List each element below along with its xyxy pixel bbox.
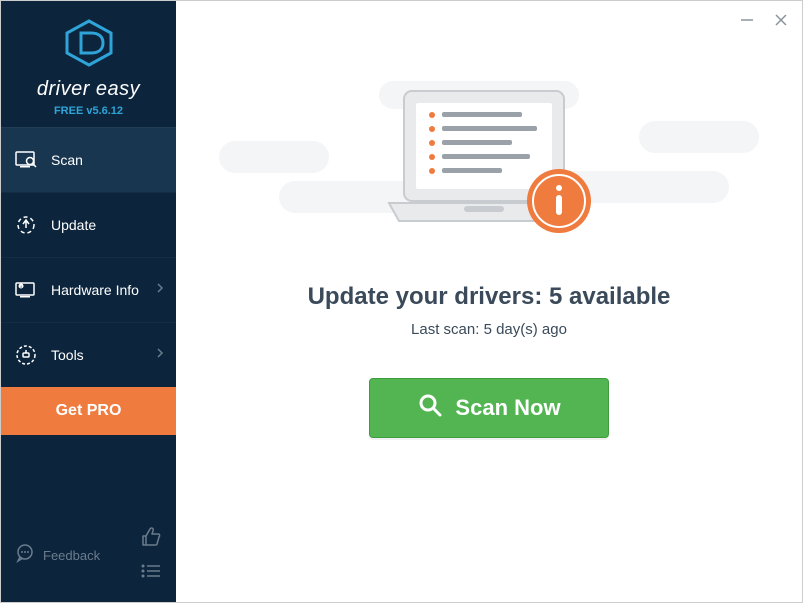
list-icon[interactable] [140,563,162,584]
sidebar: driver easy FREE v5.6.12 Scan [1,1,176,602]
svg-text:i: i [20,284,21,289]
close-button[interactable] [772,11,790,29]
scan-now-button[interactable]: Scan Now [369,378,609,438]
logo-icon [1,19,176,72]
nav-label-scan: Scan [51,152,83,168]
main-panel: Update your drivers: 5 available Last sc… [176,1,802,602]
headline: Update your drivers: 5 available [308,283,671,311]
thumbs-up-icon[interactable] [140,526,162,553]
nav-label-hardware: Hardware Info [51,282,139,298]
nav-label-tools: Tools [51,347,84,363]
get-pro-label: Get PRO [56,402,122,420]
nav-item-hardware[interactable]: i Hardware Info [1,257,176,322]
scan-icon [15,149,37,171]
get-pro-button[interactable]: Get PRO [1,387,176,435]
chevron-right-icon [156,346,164,364]
app-name: driver easy [1,78,176,101]
nav-item-tools[interactable]: Tools [1,322,176,387]
feedback-icon[interactable] [15,543,35,568]
sidebar-nav: Scan Update i [1,127,176,387]
nav-item-scan[interactable]: Scan [1,127,176,192]
nav-label-update: Update [51,217,96,233]
tools-icon [15,344,37,366]
logo-block: driver easy FREE v5.6.12 [1,1,176,127]
chevron-right-icon [156,281,164,299]
scan-now-label: Scan Now [455,395,560,421]
sidebar-footer: Feedback [1,514,176,602]
search-icon [417,392,443,424]
nav-item-update[interactable]: Update [1,192,176,257]
last-scan-text: Last scan: 5 day(s) ago [411,321,567,338]
minimize-button[interactable] [738,11,756,29]
feedback-label[interactable]: Feedback [43,548,132,563]
illustration [339,81,639,261]
window-controls [738,11,790,29]
update-icon [15,214,37,236]
hardware-icon: i [15,279,37,301]
app-version: FREE v5.6.12 [1,105,176,117]
